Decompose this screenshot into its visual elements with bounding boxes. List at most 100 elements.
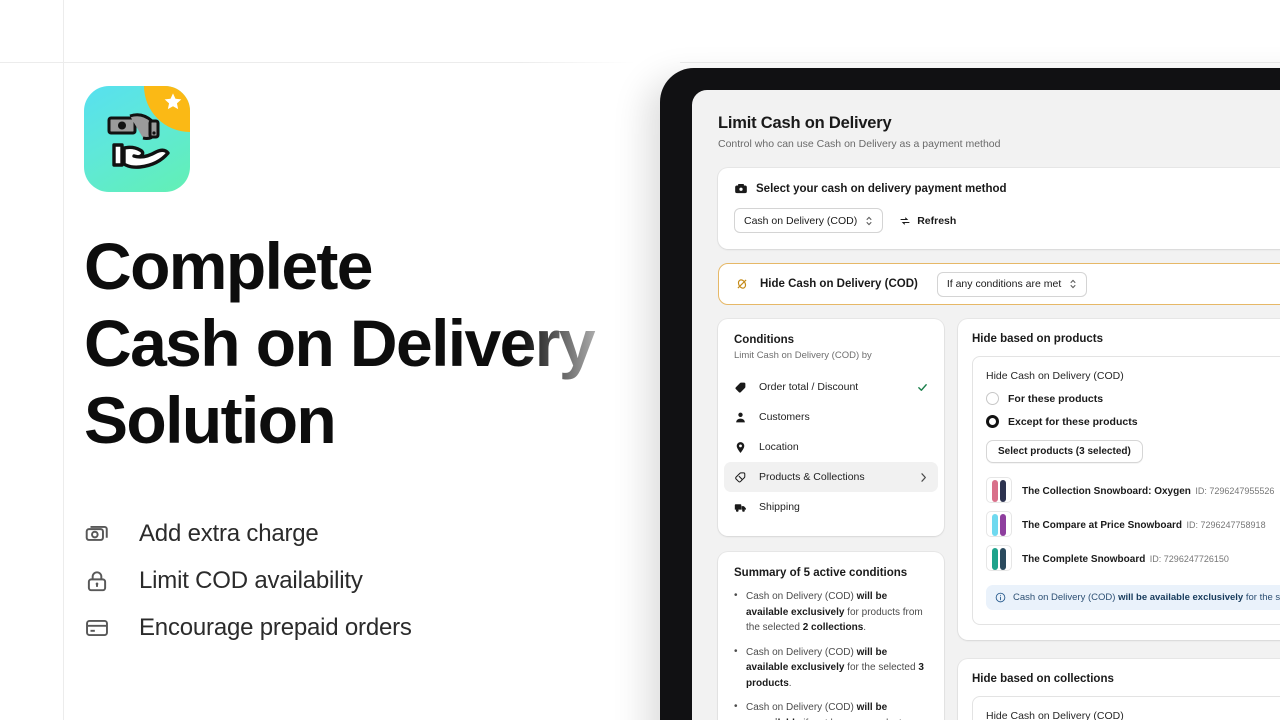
radio-label: For these products (1008, 392, 1104, 405)
product-id: ID: 7296247758918 (1186, 520, 1266, 530)
select-products-button[interactable]: Select products (3 selected) (986, 440, 1143, 463)
condition-mode-select[interactable]: If any conditions are met (936, 271, 1088, 297)
condition-label: Shipping (759, 501, 800, 513)
radio-except-these-products[interactable]: Except for these products (986, 415, 1280, 428)
screenshot-root: Complete Cash on Delivery Solution Add e… (0, 0, 1280, 720)
hide-based-on-collections-panel: Hide based on collections Hide Cash on D… (958, 659, 1280, 720)
refresh-label: Refresh (917, 214, 957, 227)
feature-label: Encourage prepaid orders (139, 614, 412, 641)
app-viewport: Limit Cash on Delivery Control who can u… (692, 90, 1280, 720)
page-headline: Complete Cash on Delivery Solution (84, 229, 596, 457)
summary-title: Summary of 5 active conditions (734, 567, 908, 579)
snowboard-thumb-icon (992, 514, 1006, 536)
tablet-device-frame: Limit Cash on Delivery Control who can u… (660, 68, 1280, 720)
check-icon (918, 383, 927, 391)
feature-list: Add extra charge Limit COD availability … (84, 511, 684, 651)
hide-cod-label: Hide Cash on Delivery (COD) (760, 278, 918, 290)
payment-method-select[interactable]: Cash on Delivery (COD) (734, 208, 884, 233)
product-thumbnail (986, 545, 1012, 571)
refresh-button[interactable]: Refresh (899, 215, 956, 227)
snowboard-thumb-icon (992, 548, 1006, 570)
payment-method-select-value: Cash on Delivery (COD) (744, 214, 858, 227)
chevron-updown-icon (866, 216, 872, 225)
products-info-banner: Cash on Delivery (COD) will be available… (986, 585, 1280, 610)
product-text: The Complete Snowboard ID: 7296247726150 (1022, 549, 1229, 567)
lock-icon (87, 571, 107, 592)
summary-card: Summary of 5 active conditions Cash on D… (718, 552, 944, 720)
collections-panel-title: Hide based on collections (972, 673, 1114, 685)
product-row[interactable]: The Compare at Price Snowboard ID: 72962… (986, 507, 1280, 541)
cash-icon (735, 184, 747, 194)
tablet-screen: Limit Cash on Delivery Control who can u… (692, 90, 1280, 720)
product-id: ID: 7296247955526 (1195, 486, 1275, 496)
feature-item: Encourage prepaid orders (84, 605, 684, 651)
products-panel-title: Hide based on products (972, 333, 1103, 345)
cod-app-icon (84, 86, 190, 192)
app-subtitle-text: Control who can use Cash on Delivery as … (718, 138, 1001, 150)
product-text: The Compare at Price Snowboard ID: 72962… (1022, 515, 1266, 533)
product-name: The Collection Snowboard: Oxygen (1022, 486, 1191, 497)
condition-item-location[interactable]: Location (724, 432, 938, 462)
info-icon (995, 592, 1006, 603)
summary-bullet: Cash on Delivery (COD) will be available… (734, 644, 928, 692)
conditions-column: Conditions Limit Cash on Delivery (COD) … (718, 319, 944, 720)
product-thumbnail (986, 477, 1012, 503)
condition-item-shipping[interactable]: Shipping (724, 492, 938, 522)
tag-icon (735, 382, 746, 393)
condition-label: Order total / Discount (759, 381, 859, 393)
collections-box-label: Hide Cash on Delivery (COD) (986, 710, 1124, 720)
conditions-list: Order total / Discount Customers Locatio… (718, 372, 944, 522)
feature-item: Add extra charge (84, 511, 684, 557)
promo-panel: Complete Cash on Delivery Solution Add e… (84, 86, 684, 652)
payment-method-heading: Select your cash on delivery payment met… (734, 182, 1280, 196)
product-id: ID: 7296247726150 (1149, 554, 1229, 564)
hide-cod-banner: Hide Cash on Delivery (COD) If any condi… (718, 263, 1280, 305)
product-row[interactable]: The Collection Snowboard: Oxygen ID: 729… (986, 473, 1280, 507)
radio-selected-icon (986, 415, 999, 428)
products-box-label: Hide Cash on Delivery (COD) (986, 370, 1124, 382)
products-icon (735, 471, 746, 482)
app-title-text: Limit Cash on Delivery (718, 114, 892, 132)
feature-item: Limit COD availability (84, 558, 684, 604)
payment-method-controls: Cash on Delivery (COD) Refresh (734, 208, 1280, 233)
product-row[interactable]: The Complete Snowboard ID: 7296247726150 (986, 541, 1280, 575)
product-name: The Compare at Price Snowboard (1022, 520, 1183, 531)
product-text: The Collection Snowboard: Oxygen ID: 729… (1022, 481, 1274, 499)
condition-item-customers[interactable]: Customers (724, 402, 938, 432)
radio-for-these-products[interactable]: For these products (986, 392, 1280, 405)
hide-rules-column: Hide based on products Hide Cash on Deli… (958, 319, 1280, 720)
settings-columns: Conditions Limit Cash on Delivery (COD) … (718, 319, 1280, 720)
star-icon (164, 93, 182, 110)
products-info-text: Cash on Delivery (COD) will be available… (1013, 592, 1280, 603)
customer-icon (736, 412, 745, 422)
summary-bullet: Cash on Delivery (COD) will be unavailab… (734, 699, 928, 720)
condition-label: Products & Collections (759, 471, 865, 483)
products-panel-box: Hide Cash on Delivery (COD) For these pr… (972, 356, 1280, 625)
condition-item-order-total[interactable]: Order total / Discount (724, 372, 938, 402)
page-title: Limit Cash on Delivery Control who can u… (718, 114, 1280, 150)
guide-line-horizontal (0, 62, 1280, 63)
feature-label: Add extra charge (139, 520, 319, 547)
summary-bullet: Cash on Delivery (COD) will be available… (734, 588, 928, 636)
chevron-updown-icon (1070, 279, 1076, 289)
radio-label: Except for these products (1008, 415, 1138, 428)
selected-products-list: The Collection Snowboard: Oxygen ID: 729… (986, 473, 1280, 575)
product-name: The Complete Snowboard (1022, 554, 1146, 565)
hide-based-on-products-panel: Hide based on products Hide Cash on Deli… (958, 319, 1280, 640)
condition-item-products-collections[interactable]: Products & Collections (724, 462, 938, 492)
hide-slash-icon (737, 279, 747, 289)
location-pin-icon (736, 441, 745, 453)
conditions-subtitle: Limit Cash on Delivery (COD) by (734, 350, 872, 361)
truck-icon (734, 503, 746, 512)
payment-method-card: Select your cash on delivery payment met… (718, 168, 1280, 249)
refresh-icon (900, 216, 910, 225)
snowboard-thumb-icon (992, 480, 1006, 502)
guide-line-vertical (63, 0, 64, 720)
payment-method-heading-text: Select your cash on delivery payment met… (756, 183, 1007, 195)
condition-label: Location (759, 441, 799, 453)
cash-icon (85, 525, 108, 541)
chevron-right-icon (921, 472, 926, 482)
product-thumbnail (986, 511, 1012, 537)
condition-label: Customers (759, 411, 810, 423)
collections-panel-box: Hide Cash on Delivery (COD) For these co… (972, 696, 1280, 720)
